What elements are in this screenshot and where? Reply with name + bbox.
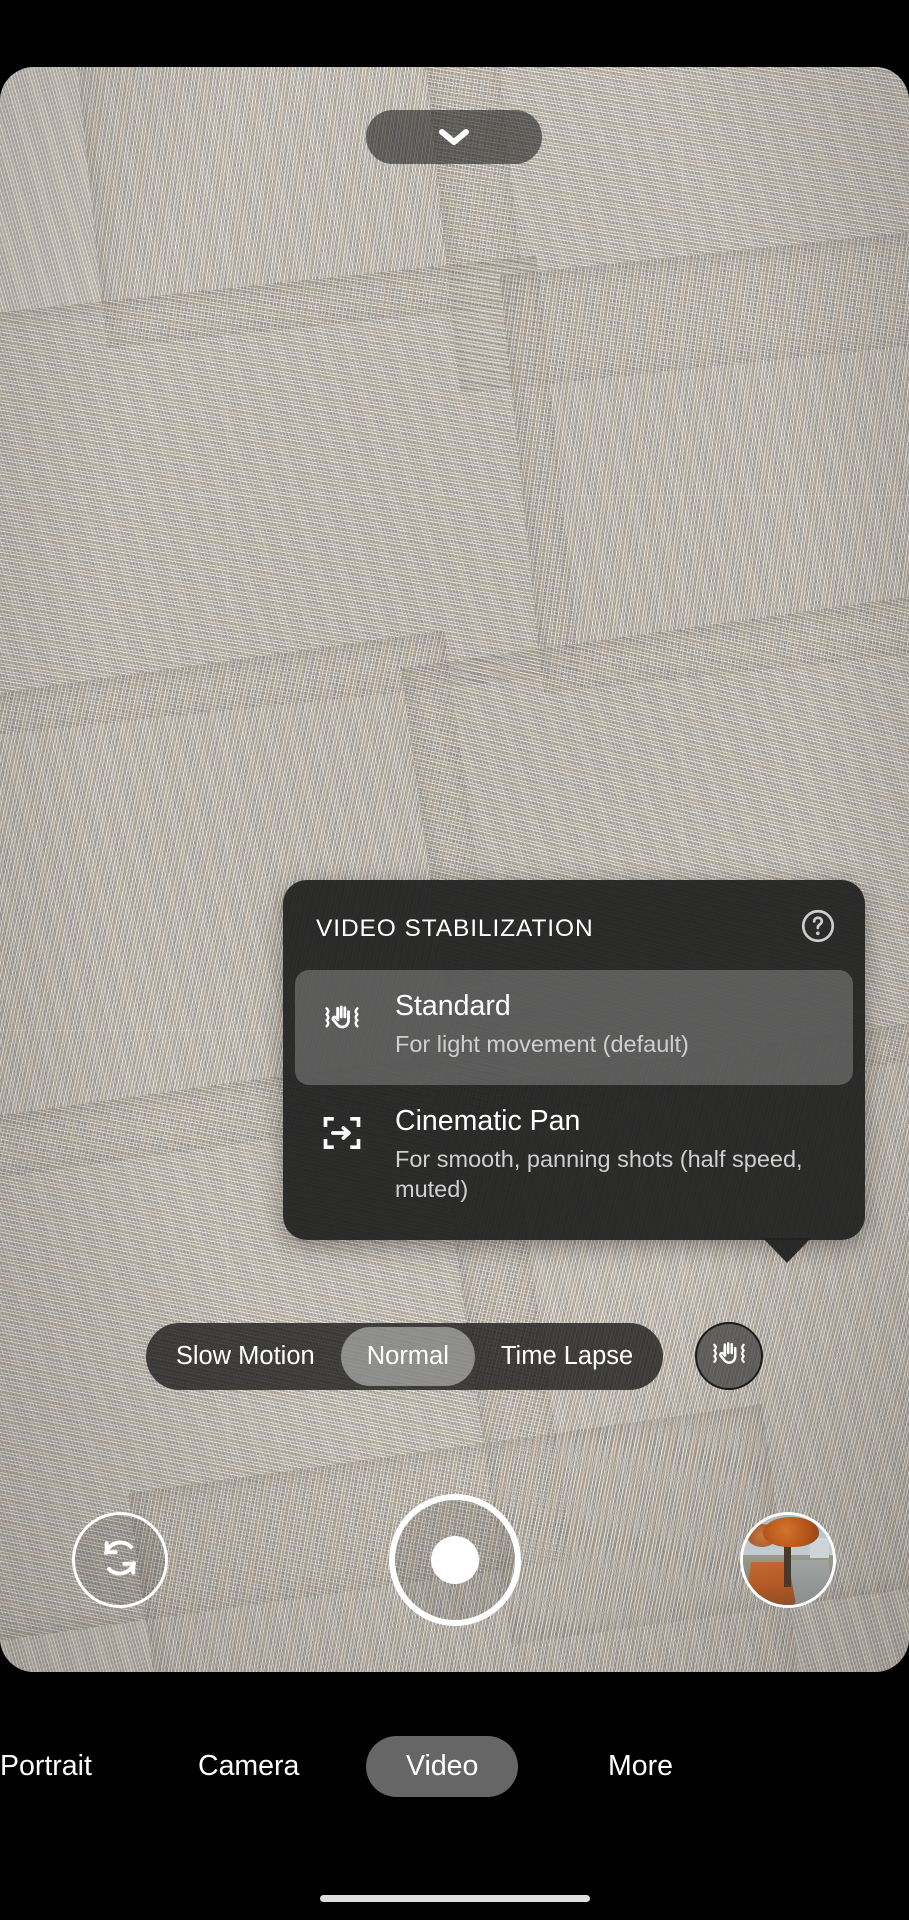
speed-option-slow-motion[interactable]: Slow Motion xyxy=(150,1327,341,1386)
camera-mode-bar: Portrait Camera Video More xyxy=(0,1726,909,1806)
stabilization-option-standard[interactable]: Standard For light movement (default) xyxy=(295,970,853,1085)
mode-tab-video[interactable]: Video xyxy=(366,1735,519,1797)
mode-tab-more[interactable]: More xyxy=(608,1750,673,1783)
stabilization-options-list: Standard For light movement (default) Ci… xyxy=(283,970,865,1230)
option-text-group: Standard For light movement (default) xyxy=(395,990,689,1059)
record-button-icon xyxy=(430,1536,479,1584)
option-label: Standard xyxy=(395,990,511,1022)
dialog-pointer-tail xyxy=(763,1238,811,1264)
camera-viewfinder[interactable] xyxy=(0,67,909,1672)
gallery-thumbnail-button[interactable] xyxy=(740,1512,836,1608)
system-navigation-bar[interactable] xyxy=(319,1895,590,1902)
speed-selector: Slow Motion Normal Time Lapse xyxy=(145,1322,664,1390)
speed-option-time-lapse[interactable]: Time Lapse xyxy=(475,1327,659,1386)
option-text-group: Cinematic Pan For smooth, panning shots … xyxy=(395,1105,825,1204)
mode-tab-portrait[interactable]: Portrait xyxy=(0,1750,92,1783)
grid-line-vertical xyxy=(227,67,228,1672)
hand-shake-stabilization-icon xyxy=(319,995,365,1041)
record-button[interactable] xyxy=(388,1494,521,1626)
grid-line-vertical xyxy=(682,67,683,1672)
gallery-thumbnail xyxy=(743,1515,833,1605)
capture-controls-row xyxy=(0,1494,909,1626)
option-description: For smooth, panning shots (half speed, m… xyxy=(395,1145,803,1202)
video-stabilization-button[interactable] xyxy=(695,1322,764,1390)
option-description: For light movement (default) xyxy=(395,1030,689,1057)
speed-selector-row: Slow Motion Normal Time Lapse xyxy=(0,1322,909,1390)
dialog-title: VIDEO STABILIZATION xyxy=(316,914,594,942)
chevron-down-icon xyxy=(434,125,474,149)
camera-app-screen: VIDEO STABILIZATION Standard For light m… xyxy=(0,0,909,1920)
help-circle-icon[interactable] xyxy=(799,907,837,950)
stabilization-option-cinematic-pan[interactable]: Cinematic Pan For smooth, panning shots … xyxy=(295,1085,853,1230)
camera-flip-icon xyxy=(92,1530,148,1591)
cinematic-pan-icon xyxy=(319,1110,365,1156)
grid-line-horizontal xyxy=(0,495,909,496)
option-label: Cinematic Pan xyxy=(395,1105,581,1137)
hand-shake-stabilization-icon xyxy=(707,1332,751,1381)
switch-camera-button[interactable] xyxy=(72,1512,168,1608)
video-stabilization-dialog: VIDEO STABILIZATION Standard For light m… xyxy=(283,880,865,1264)
mode-tab-camera[interactable]: Camera xyxy=(198,1750,299,1783)
speed-option-normal[interactable]: Normal xyxy=(340,1326,475,1386)
dialog-header: VIDEO STABILIZATION xyxy=(283,880,865,970)
expand-settings-button[interactable] xyxy=(366,110,542,164)
